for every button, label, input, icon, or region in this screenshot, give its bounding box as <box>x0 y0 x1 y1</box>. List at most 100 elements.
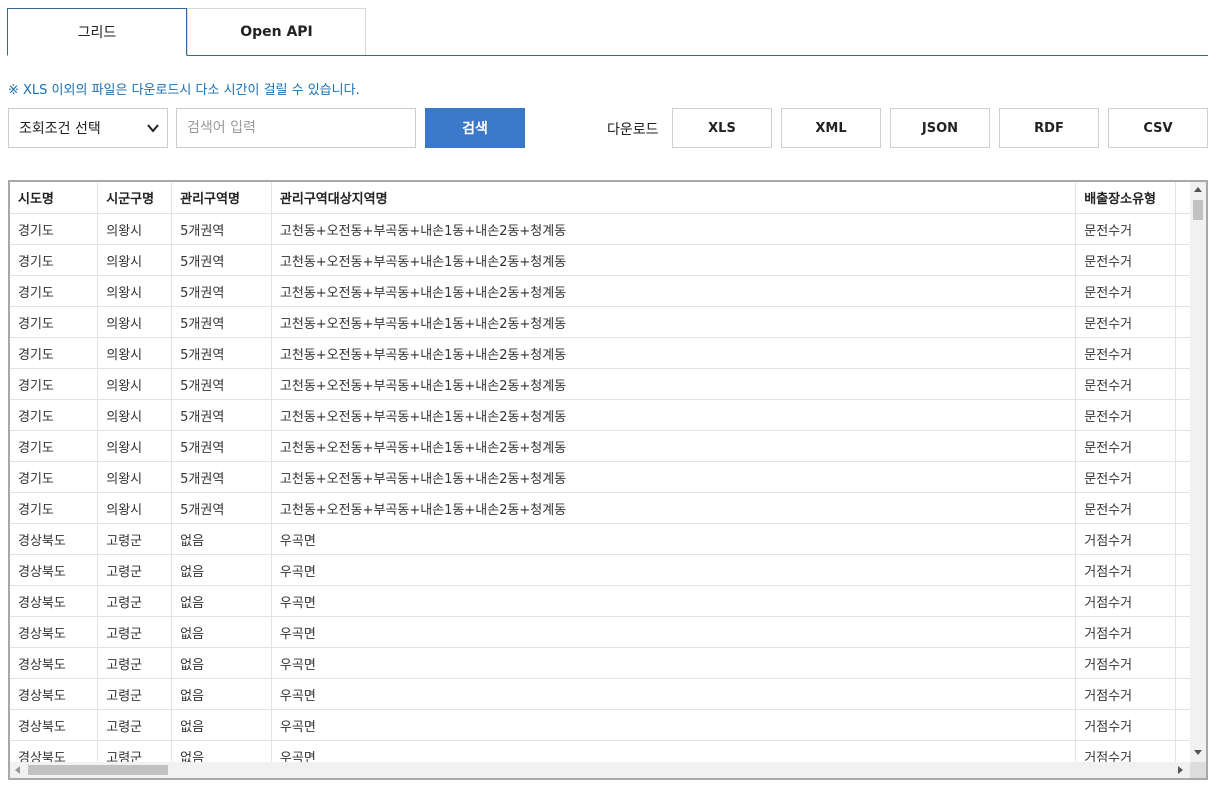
table-cell: 5개권역 <box>171 337 272 369</box>
table-cell: 의왕시 <box>97 399 173 431</box>
table-cell: 거점수거 <box>1075 554 1177 586</box>
table-cell: 우곡면 <box>271 585 1077 617</box>
download-json-button[interactable]: JSON <box>890 108 990 148</box>
table-row[interactable]: 경기도 의왕시 5개권역 고천동+오전동+부곡동+내손1동+내손2동+청계동 문전수거 <box>10 368 1206 400</box>
table-row[interactable]: 경기도 의왕시 5개권역 고천동+오전동+부곡동+내손1동+내손2동+청계동 문전수거 <box>10 461 1206 493</box>
table-cell: 우곡면 <box>271 678 1077 710</box>
table-cell: 문전수거 <box>1075 368 1177 400</box>
data-table: 시도명 시군구명 관리구역명 관리구역대상지역명 배출장소유형 경기도 의왕시 5개… <box>10 182 1206 772</box>
table-cell: 의왕시 <box>97 337 173 369</box>
table-cell: 거점수거 <box>1075 585 1177 617</box>
table-cell: 경기도 <box>10 461 99 493</box>
scroll-down-icon[interactable] <box>1194 750 1202 755</box>
table-cell: 문전수거 <box>1075 492 1177 524</box>
table-cell: 없음 <box>171 554 272 586</box>
table-cell: 없음 <box>171 709 272 741</box>
table-row[interactable]: 경기도 의왕시 5개권역 고천동+오전동+부곡동+내손1동+내손2동+청계동 문전수거 <box>10 337 1206 369</box>
vertical-scrollbar[interactable] <box>1190 182 1206 762</box>
table-cell: 5개권역 <box>171 461 272 493</box>
table-row[interactable]: 경기도 의왕시 5개권역 고천동+오전동+부곡동+내손1동+내손2동+청계동 문전수거 <box>10 244 1206 276</box>
table-cell: 문전수거 <box>1075 213 1177 245</box>
table-cell: 거점수거 <box>1075 678 1177 710</box>
table-cell: 고천동+오전동+부곡동+내손1동+내손2동+청계동 <box>271 306 1077 338</box>
table-cell: 고령군 <box>97 616 173 648</box>
table-cell: 의왕시 <box>97 244 173 276</box>
table-cell: 없음 <box>171 678 272 710</box>
table-row[interactable]: 경상북도 고령군 없음 우곡면 거점수거 <box>10 554 1206 586</box>
table-cell: 5개권역 <box>171 306 272 338</box>
table-row[interactable]: 경기도 의왕시 5개권역 고천동+오전동+부곡동+내손1동+내손2동+청계동 문전수거 <box>10 306 1206 338</box>
table-cell: 우곡면 <box>271 523 1077 555</box>
table-cell: 의왕시 <box>97 306 173 338</box>
search-condition-value: 조회조건 선택 <box>19 121 101 137</box>
table-row[interactable]: 경기도 의왕시 5개권역 고천동+오전동+부곡동+내손1동+내손2동+청계동 문전수거 <box>10 213 1206 245</box>
table-cell: 5개권역 <box>171 399 272 431</box>
table-cell: 문전수거 <box>1075 430 1177 462</box>
table-cell: 우곡면 <box>271 709 1077 741</box>
search-input[interactable] <box>176 108 416 148</box>
table-row[interactable]: 경상북도 고령군 없음 우곡면 거점수거 <box>10 585 1206 617</box>
table-row[interactable]: 경기도 의왕시 5개권역 고천동+오전동+부곡동+내손1동+내손2동+청계동 문전수거 <box>10 399 1206 431</box>
table-row[interactable]: 경기도 의왕시 5개권역 고천동+오전동+부곡동+내손1동+내손2동+청계동 문전수거 <box>10 275 1206 307</box>
table-row[interactable]: 경기도 의왕시 5개권역 고천동+오전동+부곡동+내손1동+내손2동+청계동 문전수거 <box>10 430 1206 462</box>
table-cell: 고천동+오전동+부곡동+내손1동+내손2동+청계동 <box>271 492 1077 524</box>
table-cell: 고천동+오전동+부곡동+내손1동+내손2동+청계동 <box>271 461 1077 493</box>
column-header[interactable]: 관리구역대상지역명 <box>271 182 1077 214</box>
column-header[interactable]: 배출장소유형 <box>1075 182 1177 214</box>
table-cell: 고령군 <box>97 585 173 617</box>
table-cell: 없음 <box>171 523 272 555</box>
table-cell: 고령군 <box>97 678 173 710</box>
table-row[interactable]: 경상북도 고령군 없음 우곡면 거점수거 <box>10 647 1206 679</box>
table-cell: 고천동+오전동+부곡동+내손1동+내손2동+청계동 <box>271 430 1077 462</box>
horizontal-scrollbar[interactable] <box>10 762 1190 778</box>
horizontal-scroll-thumb[interactable] <box>28 765 168 775</box>
download-csv-button[interactable]: CSV <box>1108 108 1208 148</box>
table-row[interactable]: 경상북도 고령군 없음 우곡면 거점수거 <box>10 616 1206 648</box>
download-xls-button[interactable]: XLS <box>672 108 772 148</box>
table-cell: 문전수거 <box>1075 306 1177 338</box>
table-row[interactable]: 경상북도 고령군 없음 우곡면 거점수거 <box>10 678 1206 710</box>
column-header[interactable]: 관리구역명 <box>171 182 272 214</box>
table-cell: 경기도 <box>10 492 99 524</box>
download-xml-button[interactable]: XML <box>781 108 881 148</box>
table-row[interactable]: 경상북도 고령군 없음 우곡면 거점수거 <box>10 709 1206 741</box>
table-cell: 문전수거 <box>1075 337 1177 369</box>
table-cell: 경상북도 <box>10 709 99 741</box>
table-cell: 경상북도 <box>10 616 99 648</box>
download-rdf-button[interactable]: RDF <box>999 108 1099 148</box>
search-button[interactable]: 검색 <box>425 108 525 148</box>
table-cell: 경상북도 <box>10 678 99 710</box>
vertical-scroll-thumb[interactable] <box>1193 200 1203 220</box>
table-cell: 고천동+오전동+부곡동+내손1동+내손2동+청계동 <box>271 213 1077 245</box>
scroll-left-icon[interactable] <box>15 766 20 774</box>
table-cell: 경기도 <box>10 399 99 431</box>
table-cell: 거점수거 <box>1075 523 1177 555</box>
table-cell: 없음 <box>171 616 272 648</box>
table-cell: 없음 <box>171 647 272 679</box>
table-cell: 의왕시 <box>97 461 173 493</box>
table-cell: 5개권역 <box>171 244 272 276</box>
scroll-right-icon[interactable] <box>1178 766 1183 774</box>
table-cell: 경기도 <box>10 430 99 462</box>
table-cell: 경기도 <box>10 337 99 369</box>
tab-open-api[interactable]: Open API <box>187 8 366 55</box>
search-condition-select[interactable]: 조회조건 선택 <box>8 108 168 148</box>
table-cell: 거점수거 <box>1075 616 1177 648</box>
table-cell: 고천동+오전동+부곡동+내손1동+내손2동+청계동 <box>271 275 1077 307</box>
table-cell: 우곡면 <box>271 554 1077 586</box>
table-cell: 고천동+오전동+부곡동+내손1동+내손2동+청계동 <box>271 399 1077 431</box>
column-header[interactable]: 시도명 <box>10 182 99 214</box>
table-cell: 고천동+오전동+부곡동+내손1동+내손2동+청계동 <box>271 337 1077 369</box>
table-cell: 문전수거 <box>1075 275 1177 307</box>
tab-grid[interactable]: 그리드 <box>7 8 187 56</box>
table-cell: 문전수거 <box>1075 244 1177 276</box>
table-cell: 의왕시 <box>97 275 173 307</box>
chevron-down-icon <box>147 124 159 133</box>
table-cell: 5개권역 <box>171 430 272 462</box>
table-cell: 고령군 <box>97 709 173 741</box>
table-cell: 5개권역 <box>171 275 272 307</box>
scroll-up-icon[interactable] <box>1194 187 1202 192</box>
table-row[interactable]: 경상북도 고령군 없음 우곡면 거점수거 <box>10 523 1206 555</box>
column-header[interactable]: 시군구명 <box>97 182 173 214</box>
table-row[interactable]: 경기도 의왕시 5개권역 고천동+오전동+부곡동+내손1동+내손2동+청계동 문전수거 <box>10 492 1206 524</box>
